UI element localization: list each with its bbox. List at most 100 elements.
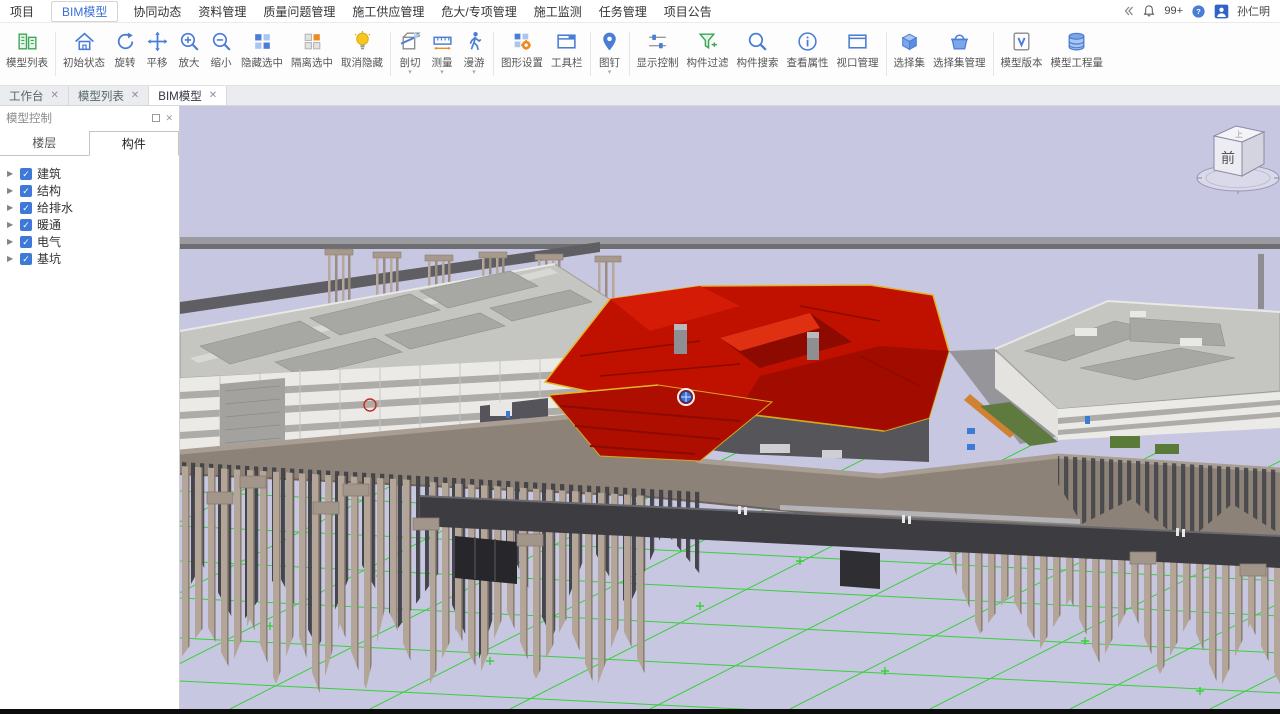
- toolbar-group-version: 模型版本 模型工程量: [997, 23, 1108, 85]
- component-search-button[interactable]: 构件搜索: [733, 23, 783, 85]
- expand-caret-icon[interactable]: ▶: [7, 203, 15, 212]
- menu-item-bim-model[interactable]: BIM模型: [51, 1, 118, 22]
- component-filter-button[interactable]: 构件过滤: [683, 23, 733, 85]
- main-toolbar: 模型列表 初始状态 旋转 平移 放大 缩小 隐藏选中 隔离: [0, 23, 1280, 86]
- initial-state-button[interactable]: 初始状态: [59, 23, 109, 85]
- zoom-out-button[interactable]: 缩小: [205, 23, 237, 85]
- expand-caret-icon[interactable]: ▶: [7, 220, 15, 229]
- home-icon: [73, 30, 96, 53]
- unhide-button[interactable]: 取消隐藏: [337, 23, 387, 85]
- panel-tab-floors[interactable]: 楼层: [0, 131, 89, 155]
- checkbox-checked-icon[interactable]: ✓: [20, 253, 32, 265]
- menu-item-project[interactable]: 项目: [10, 3, 34, 20]
- tree-item-plumbing[interactable]: ▶ ✓ 给排水: [7, 199, 179, 216]
- view-cube-top-label[interactable]: 上: [1235, 130, 1243, 139]
- menu-item-collab[interactable]: 协同动态: [133, 3, 181, 20]
- view-cube-front-label[interactable]: 前: [1221, 150, 1235, 166]
- close-icon[interactable]: ✕: [209, 90, 217, 101]
- tab-model-list[interactable]: 模型列表 ✕: [69, 86, 149, 105]
- username[interactable]: 孙仁明: [1237, 3, 1270, 19]
- view-properties-button[interactable]: 查看属性: [783, 23, 833, 85]
- chevron-down-icon[interactable]: ▾: [440, 70, 444, 76]
- close-icon[interactable]: ✕: [131, 90, 139, 101]
- toolbar-separator: [590, 32, 591, 76]
- hide-selected-button[interactable]: 隐藏选中: [237, 23, 287, 85]
- bell-icon[interactable]: [1142, 4, 1156, 18]
- checkbox-checked-icon[interactable]: ✓: [20, 236, 32, 248]
- chevron-down-icon[interactable]: ▾: [472, 70, 476, 76]
- model-version-button[interactable]: 模型版本: [997, 23, 1047, 85]
- menu-item-announcements[interactable]: 项目公告: [664, 3, 712, 20]
- pan-button[interactable]: 平移: [141, 23, 173, 85]
- display-control-button[interactable]: 显示控制: [633, 23, 683, 85]
- model-list-button[interactable]: 模型列表: [2, 23, 52, 85]
- tree-item-structure[interactable]: ▶ ✓ 结构: [7, 182, 179, 199]
- viewport-manage-button[interactable]: 视口管理: [833, 23, 883, 85]
- menu-item-special[interactable]: 危大/专项管理: [441, 3, 516, 20]
- expand-caret-icon[interactable]: ▶: [7, 186, 15, 195]
- top-menubar: 项目 BIM模型 协同动态 资料管理 质量问题管理 施工供应管理 危大/专项管理…: [0, 0, 1280, 23]
- tab-bim-model[interactable]: BIM模型 ✕: [149, 86, 227, 105]
- chevron-down-icon[interactable]: ▾: [408, 70, 412, 76]
- panel-tab-components[interactable]: 构件: [89, 131, 180, 156]
- tab-workbench[interactable]: 工作台 ✕: [0, 86, 69, 105]
- menu-item-supply[interactable]: 施工供应管理: [352, 3, 424, 20]
- toolbar-toggle-button[interactable]: 工具栏: [547, 23, 587, 85]
- display-control-icon: [646, 30, 669, 53]
- toolbar-separator: [886, 32, 887, 76]
- collapse-icon[interactable]: [1122, 5, 1134, 17]
- zoom-in-icon: [178, 30, 201, 53]
- rotate-button[interactable]: 旋转: [109, 23, 141, 85]
- notification-count[interactable]: 99+: [1164, 5, 1183, 17]
- toolbar-separator: [55, 32, 56, 76]
- 3d-scene: 前 上: [180, 106, 1280, 709]
- menu-item-monitoring[interactable]: 施工监测: [534, 3, 582, 20]
- expand-caret-icon[interactable]: ▶: [7, 169, 15, 178]
- avatar[interactable]: [1214, 4, 1229, 19]
- zoom-in-button[interactable]: 放大: [173, 23, 205, 85]
- checkbox-checked-icon[interactable]: ✓: [20, 168, 32, 180]
- toolbar-group-components: 显示控制 构件过滤 构件搜索 查看属性 视口管理: [633, 23, 883, 85]
- isolate-selected-button[interactable]: 隔离选中: [287, 23, 337, 85]
- component-search-icon: [746, 30, 769, 53]
- view-properties-icon: [796, 30, 819, 53]
- selection-set-icon: [898, 30, 921, 53]
- tree-item-electrical[interactable]: ▶ ✓ 电气: [7, 233, 179, 250]
- selected-building-red[interactable]: [545, 285, 949, 462]
- checkbox-checked-icon[interactable]: ✓: [20, 202, 32, 214]
- help-icon[interactable]: ?: [1191, 4, 1206, 19]
- selection-set-button[interactable]: 选择集: [890, 23, 930, 85]
- close-panel-icon[interactable]: ✕: [165, 113, 173, 124]
- toolbar-group-pin: 图钉 ▾: [594, 23, 626, 85]
- measure-button[interactable]: 测量 ▾: [426, 23, 458, 85]
- chevron-down-icon[interactable]: ▾: [608, 70, 612, 76]
- graphics-settings-button[interactable]: 图形设置: [497, 23, 547, 85]
- toolbar-group-model: 模型列表: [2, 23, 52, 85]
- expand-caret-icon[interactable]: ▶: [7, 237, 15, 246]
- walkthrough-button[interactable]: 漫游 ▾: [458, 23, 490, 85]
- component-filter-icon: [696, 30, 719, 53]
- model-quantity-button[interactable]: 模型工程量: [1047, 23, 1108, 85]
- tree-item-foundation-pit[interactable]: ▶ ✓ 基坑: [7, 250, 179, 267]
- panel-header: 模型控制 ✕: [0, 106, 179, 126]
- close-icon[interactable]: ✕: [51, 90, 59, 101]
- model-control-panel: 模型控制 ✕ 楼层 构件 ▶ ✓ 建筑 ▶ ✓ 结构 ▶ ✓: [0, 106, 180, 709]
- menu-item-tasks[interactable]: 任务管理: [599, 3, 647, 20]
- 3d-viewport[interactable]: 前 上: [180, 106, 1280, 709]
- pin-button[interactable]: 图钉 ▾: [594, 23, 626, 85]
- panel-tabs: 楼层 构件: [0, 131, 179, 156]
- expand-caret-icon[interactable]: ▶: [7, 254, 15, 263]
- rotate-icon: [114, 30, 137, 53]
- checkbox-checked-icon[interactable]: ✓: [20, 185, 32, 197]
- selection-set-manage-button[interactable]: 选择集管理: [929, 23, 990, 85]
- toolbar-group-view: 初始状态 旋转 平移 放大 缩小 隐藏选中 隔离选中 取消隐藏: [59, 23, 387, 85]
- dock-panel-icon[interactable]: [152, 114, 160, 122]
- tree-item-architecture[interactable]: ▶ ✓ 建筑: [7, 165, 179, 182]
- checkbox-checked-icon[interactable]: ✓: [20, 219, 32, 231]
- section-cut-button[interactable]: 剖切 ▾: [394, 23, 426, 85]
- tree-item-hvac[interactable]: ▶ ✓ 暖通: [7, 216, 179, 233]
- viewport-manage-icon: [846, 30, 869, 53]
- zoom-out-icon: [210, 30, 233, 53]
- menu-item-documents[interactable]: 资料管理: [198, 3, 246, 20]
- menu-item-quality[interactable]: 质量问题管理: [263, 3, 335, 20]
